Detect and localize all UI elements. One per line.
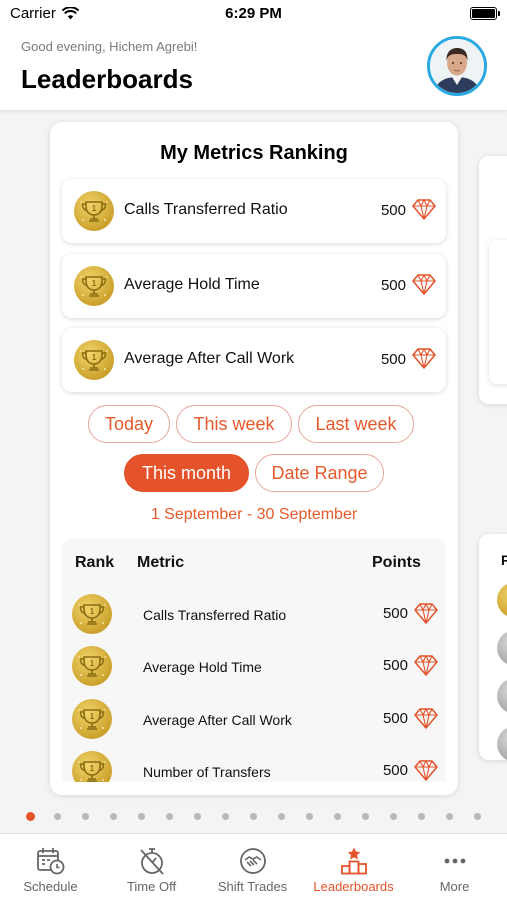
diamond-icon <box>414 654 438 676</box>
tab-label: Leaderboards <box>313 879 394 894</box>
diamond-icon <box>414 707 438 729</box>
table-row[interactable]: Average Hold Time 500 <box>62 640 446 692</box>
more-dots-icon <box>444 858 466 864</box>
tab-bar: Schedule Time Off Shift Trades Leaderboa… <box>0 833 507 900</box>
filter-last-week[interactable]: Last week <box>298 405 414 443</box>
metric-name: Calls Transferred Ratio <box>124 201 288 218</box>
stopwatch-off-icon <box>140 848 164 875</box>
trophy-medal-icon <box>72 699 112 739</box>
card-title: My Metrics Ranking <box>160 142 348 164</box>
page-dot[interactable] <box>250 813 257 820</box>
trophy-medal-icon <box>74 340 114 380</box>
trophy-medal-icon <box>72 751 112 782</box>
page-dot[interactable] <box>306 813 313 820</box>
greeting-text: Good evening, Hichem Agrebi! <box>21 39 198 54</box>
diamond-icon <box>412 273 436 295</box>
table-row[interactable]: Number of Transfers 500 <box>62 745 446 782</box>
column-header-points: Points <box>372 554 421 571</box>
page-dot[interactable] <box>138 813 145 820</box>
next-table-rank-header: R <box>501 552 507 568</box>
next-card-inner <box>489 240 507 384</box>
metric-name: Average Hold Time <box>124 276 260 293</box>
page-dot[interactable] <box>110 813 117 820</box>
diamond-icon <box>414 759 438 781</box>
metric-points: 500 <box>380 277 406 294</box>
avatar[interactable] <box>427 36 487 96</box>
tab-label: Schedule <box>23 879 78 894</box>
next-table-preview[interactable]: R <box>479 534 507 760</box>
page-dot[interactable] <box>166 813 173 820</box>
next-card-preview[interactable] <box>479 156 507 404</box>
page-dot[interactable] <box>278 813 285 820</box>
handshake-icon <box>240 848 266 874</box>
avatar <box>497 727 507 760</box>
diamond-icon <box>414 602 438 624</box>
page-dot[interactable] <box>334 813 341 820</box>
page-dot[interactable] <box>222 813 229 820</box>
page-dot[interactable] <box>418 813 425 820</box>
trophy-medal-icon <box>497 583 507 617</box>
row-metric: Average After Call Work <box>143 712 292 728</box>
metric-card[interactable]: Average After Call Work 500 <box>62 328 446 392</box>
calendar-clock-icon <box>37 848 65 875</box>
metric-points: 500 <box>380 351 406 368</box>
page-title: Leaderboards <box>21 64 193 94</box>
row-points: 500 <box>382 762 408 779</box>
metric-name: Average After Call Work <box>124 350 295 367</box>
metric-points: 500 <box>380 202 406 219</box>
page-dot[interactable] <box>474 813 481 820</box>
page-dot[interactable] <box>54 813 61 820</box>
tab-time-off[interactable]: Time Off <box>101 834 202 900</box>
page-dot[interactable] <box>26 812 35 821</box>
trophy-medal-icon <box>74 266 114 306</box>
filter-this-month[interactable]: This month <box>124 454 249 492</box>
metric-card[interactable]: Average Hold Time 500 <box>62 254 446 318</box>
metric-card[interactable]: Calls Transferred Ratio 500 <box>62 179 446 243</box>
tab-label: Shift Trades <box>217 879 288 894</box>
page-dot[interactable] <box>446 813 453 820</box>
tab-label: Time Off <box>126 879 177 894</box>
page-dot[interactable] <box>194 813 201 820</box>
podium-star-icon <box>341 847 367 875</box>
row-points: 500 <box>382 605 408 622</box>
diamond-icon <box>412 347 436 369</box>
tab-schedule[interactable]: Schedule <box>0 834 101 900</box>
status-time: 6:29 PM <box>225 5 282 22</box>
battery-icon <box>470 7 500 20</box>
table-header: Rank Metric Points <box>62 538 446 586</box>
diamond-icon <box>412 198 436 220</box>
user-avatar-icon <box>430 39 484 93</box>
avatar <box>497 679 507 713</box>
app-header: Good evening, Hichem Agrebi! Leaderboard… <box>0 28 507 110</box>
column-header-rank: Rank <box>75 554 115 571</box>
metrics-table: Rank Metric Points Calls Transferred Rat… <box>62 538 446 782</box>
filter-date-range[interactable]: Date Range <box>255 454 384 492</box>
page-dot[interactable] <box>82 813 89 820</box>
trophy-medal-icon <box>72 646 112 686</box>
trophy-medal-icon <box>74 191 114 231</box>
metrics-ranking-card: My Metrics Ranking Calls Transferred Rat… <box>50 122 458 795</box>
row-metric: Average Hold Time <box>143 659 262 675</box>
selected-date-range: 1 September - 30 September <box>150 506 358 523</box>
table-row[interactable]: Average After Call Work 500 <box>62 693 446 745</box>
page-indicator[interactable] <box>0 811 507 823</box>
row-points: 500 <box>382 710 408 727</box>
filter-this-week[interactable]: This week <box>176 405 292 443</box>
row-metric: Number of Transfers <box>143 764 271 780</box>
avatar <box>497 631 507 665</box>
column-header-metric: Metric <box>137 554 185 571</box>
row-metric: Calls Transferred Ratio <box>143 607 287 623</box>
tab-leaderboards[interactable]: Leaderboards <box>303 834 404 900</box>
page-dot[interactable] <box>362 813 369 820</box>
table-row[interactable]: Calls Transferred Ratio 500 <box>62 588 446 640</box>
filter-today[interactable]: Today <box>88 405 170 443</box>
tab-label: More <box>439 879 470 894</box>
status-bar: Carrier 6:29 PM <box>0 0 507 28</box>
tab-more[interactable]: More <box>404 834 505 900</box>
row-points: 500 <box>382 657 408 674</box>
trophy-medal-icon <box>72 594 112 634</box>
page-dot[interactable] <box>390 813 397 820</box>
tab-shift-trades[interactable]: Shift Trades <box>202 834 303 900</box>
